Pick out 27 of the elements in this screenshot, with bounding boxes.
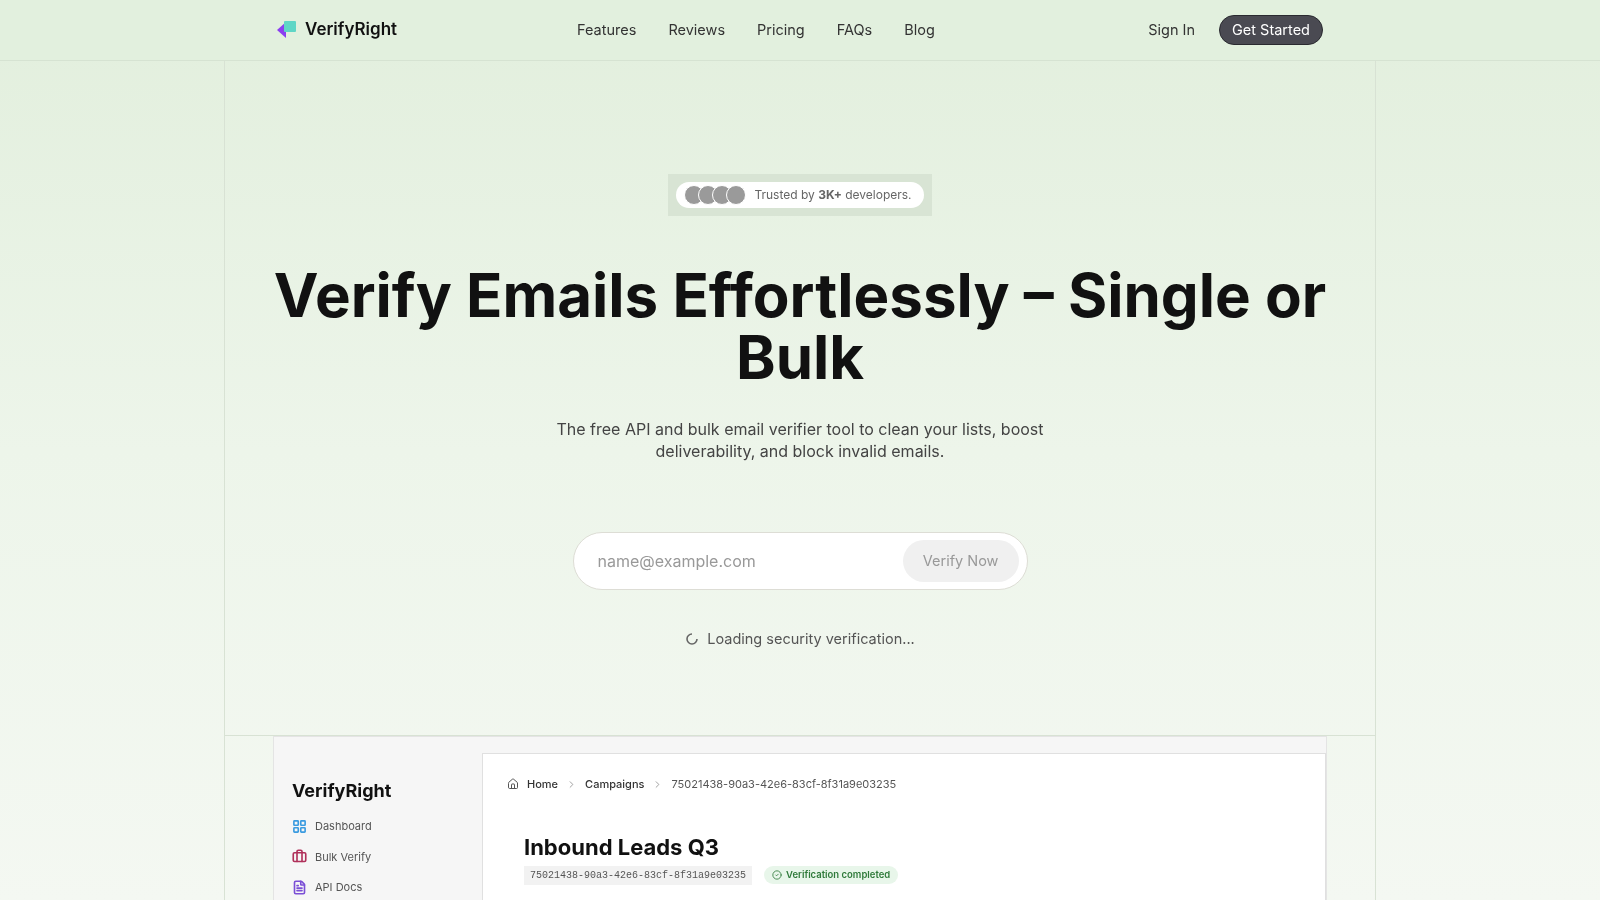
status-badge: Verification completed [764, 865, 899, 885]
breadcrumb-item[interactable]: Home [527, 776, 559, 793]
nav-link[interactable]: Pricing [757, 19, 805, 41]
nav-link[interactable]: Features [577, 19, 637, 41]
hero-title: Verify Emails Effortlessly – Single or Bulk [272, 264, 1328, 388]
get-started-button[interactable]: Get Started [1219, 15, 1323, 45]
trust-text: Trusted by 3K+ developers. [754, 186, 912, 204]
nav-link[interactable]: Blog [904, 19, 935, 41]
breadcrumb-item[interactable]: Campaigns [585, 776, 645, 793]
preview-brand: VerifyRight [292, 779, 393, 803]
avatar-icon [726, 185, 747, 205]
hero-subtitle: The free API and bulk email verifier tool to clean your lists, boost deliverability, and block invalid emails. [555, 418, 1045, 462]
spinner-icon [685, 631, 700, 646]
breadcrumb-item[interactable]: 75021438-90a3-42e6-83cf-8f31a9e03235 [671, 776, 897, 793]
preview-title: Inbound Leads Q3 [524, 832, 720, 862]
campaign-id: 75021438-90a3-42e6-83cf-8f31a9e03235 [524, 865, 753, 885]
nav-link[interactable]: Reviews [668, 19, 726, 41]
brand-name: VerifyRight [305, 18, 398, 42]
sidebar-item[interactable]: API Docs [292, 879, 482, 896]
loading-text: Loading security verification... [707, 629, 915, 650]
sign-in-link[interactable]: Sign In [1148, 19, 1195, 41]
home-icon [507, 778, 519, 791]
sidebar-item[interactable]: Dashboard [292, 818, 482, 835]
check-circle-icon [772, 870, 783, 880]
nav-link[interactable]: FAQs [836, 19, 873, 41]
sidebar-item[interactable]: Bulk Verify [292, 848, 482, 865]
logo-icon [277, 20, 297, 40]
